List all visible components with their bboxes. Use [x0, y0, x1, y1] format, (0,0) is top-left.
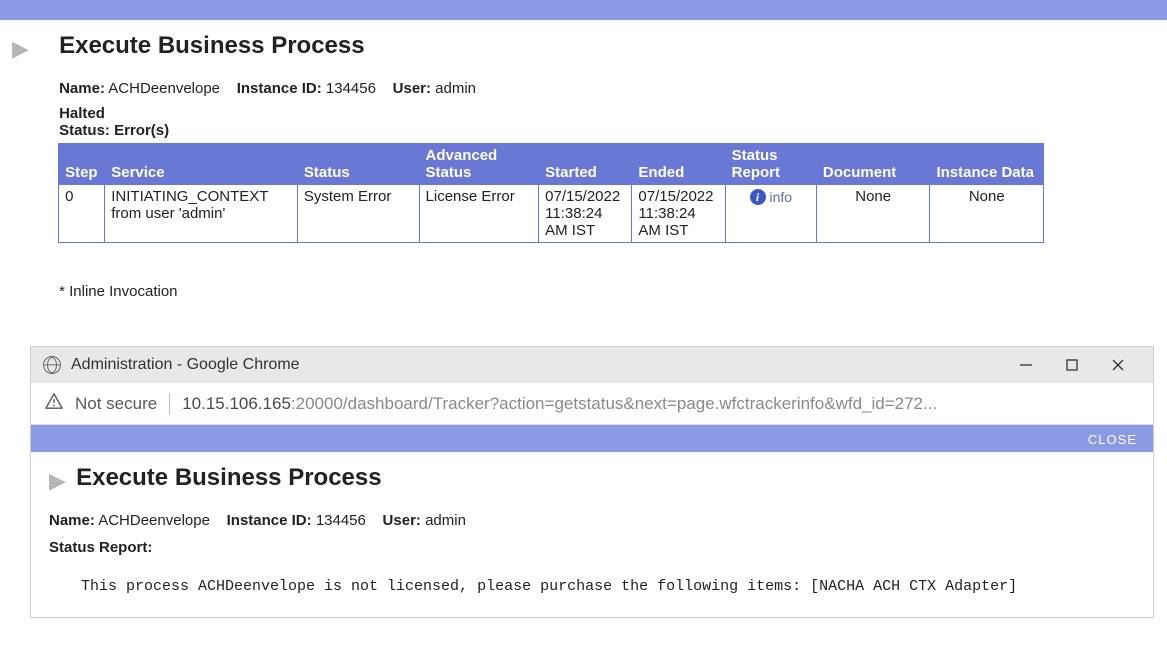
- halted-text: Halted: [59, 105, 1059, 122]
- status-report-message: This process ACHDeenvelope is not licens…: [81, 578, 1153, 595]
- top-accent-band: [0, 0, 1167, 20]
- col-step: Step: [59, 144, 105, 185]
- user-label: User:: [393, 80, 431, 97]
- cell-adv-status: License Error: [419, 185, 539, 243]
- close-icon: [1111, 358, 1125, 372]
- popup-instance-id-label: Instance ID:: [227, 512, 312, 529]
- info-link-text: info: [770, 189, 793, 205]
- popup-window-title: Administration - Google Chrome: [71, 356, 993, 374]
- popup-instance-id-value: 134456: [316, 512, 366, 529]
- popup-page-title: Execute Business Process: [76, 464, 382, 492]
- process-steps-table: Step Service Status Advanced Status Star…: [58, 143, 1044, 243]
- table-row: 0 INITIATING_CONTEXT from user 'admin' S…: [59, 185, 1044, 243]
- cell-started: 07/15/2022 11:38:24 AM IST: [539, 185, 632, 243]
- cell-ended: 07/15/2022 11:38:24 AM IST: [632, 185, 725, 243]
- window-maximize-button[interactable]: [1049, 351, 1095, 379]
- globe-icon: [43, 356, 61, 374]
- table-header-row: Step Service Status Advanced Status Star…: [59, 144, 1044, 185]
- url-host: 10.15.106.165: [182, 394, 291, 413]
- user-value: admin: [435, 80, 476, 97]
- popup-user-value: admin: [425, 512, 466, 529]
- status-report-info-link[interactable]: i info: [750, 189, 793, 205]
- cell-status-report: i info: [725, 185, 816, 243]
- window-controls: [1003, 351, 1141, 379]
- popup-header-line: Name: ACHDeenvelope Instance ID: 134456 …: [49, 512, 1153, 529]
- popup-close-label: CLOSE: [1088, 432, 1137, 447]
- name-value: ACHDeenvelope: [108, 80, 220, 97]
- url-text: 10.15.106.165:20000/dashboard/Tracker?ac…: [182, 394, 937, 414]
- cell-document: None: [816, 185, 930, 243]
- address-separator: [169, 393, 170, 415]
- instance-id-label: Instance ID:: [237, 80, 322, 97]
- halted-block: Halted Status: Error(s): [59, 105, 1059, 139]
- content-column: Execute Business Process Name: ACHDeenve…: [59, 32, 1059, 308]
- popup-close-bar[interactable]: CLOSE: [31, 429, 1153, 452]
- warning-icon: [45, 392, 63, 415]
- popup-titlebar[interactable]: Administration - Google Chrome: [31, 347, 1153, 383]
- cell-step: 0: [59, 185, 105, 243]
- status-value: Error(s): [114, 122, 169, 139]
- popup-address-bar[interactable]: Not secure 10.15.106.165:20000/dashboard…: [31, 383, 1153, 425]
- col-service: Service: [105, 144, 298, 185]
- status-report-label: Status Report:: [49, 539, 1153, 556]
- instance-id-value: 134456: [326, 80, 376, 97]
- expand-collapse-icon[interactable]: ▶: [12, 38, 29, 60]
- maximize-icon: [1066, 359, 1078, 371]
- col-adv-status: Advanced Status: [419, 144, 539, 185]
- popup-user-label: User:: [383, 512, 421, 529]
- popup-body: ▶ Execute Business Process Name: ACHDeen…: [31, 452, 1153, 617]
- col-document: Document: [816, 144, 930, 185]
- main-section: ▶ Execute Business Process Name: ACHDeen…: [0, 20, 1167, 308]
- minimize-icon: [1019, 358, 1033, 372]
- header-line: Name: ACHDeenvelope Instance ID: 134456 …: [59, 80, 1059, 97]
- page-title: Execute Business Process: [59, 32, 1059, 60]
- status-label: Status:: [59, 122, 110, 139]
- col-status: Status: [297, 144, 419, 185]
- footnote: * Inline Invocation: [59, 283, 1059, 300]
- window-minimize-button[interactable]: [1003, 351, 1049, 379]
- col-instance-data: Instance Data: [930, 144, 1044, 185]
- col-status-report: Status Report: [725, 144, 816, 185]
- cell-status: System Error: [297, 185, 419, 243]
- url-path: :20000/dashboard/Tracker?action=getstatu…: [291, 394, 937, 413]
- popup-name-value: ACHDeenvelope: [98, 512, 210, 529]
- window-close-button[interactable]: [1095, 351, 1141, 379]
- not-secure-label: Not secure: [75, 394, 157, 414]
- popup-window: Administration - Google Chrome Not secur…: [30, 346, 1154, 618]
- cell-service: INITIATING_CONTEXT from user 'admin': [105, 185, 298, 243]
- cell-instance-data: None: [930, 185, 1044, 243]
- popup-expand-collapse-icon[interactable]: ▶: [49, 470, 66, 492]
- popup-name-label: Name:: [49, 512, 95, 529]
- col-ended: Ended: [632, 144, 725, 185]
- name-label: Name:: [59, 80, 105, 97]
- info-icon: i: [750, 189, 766, 205]
- col-started: Started: [539, 144, 632, 185]
